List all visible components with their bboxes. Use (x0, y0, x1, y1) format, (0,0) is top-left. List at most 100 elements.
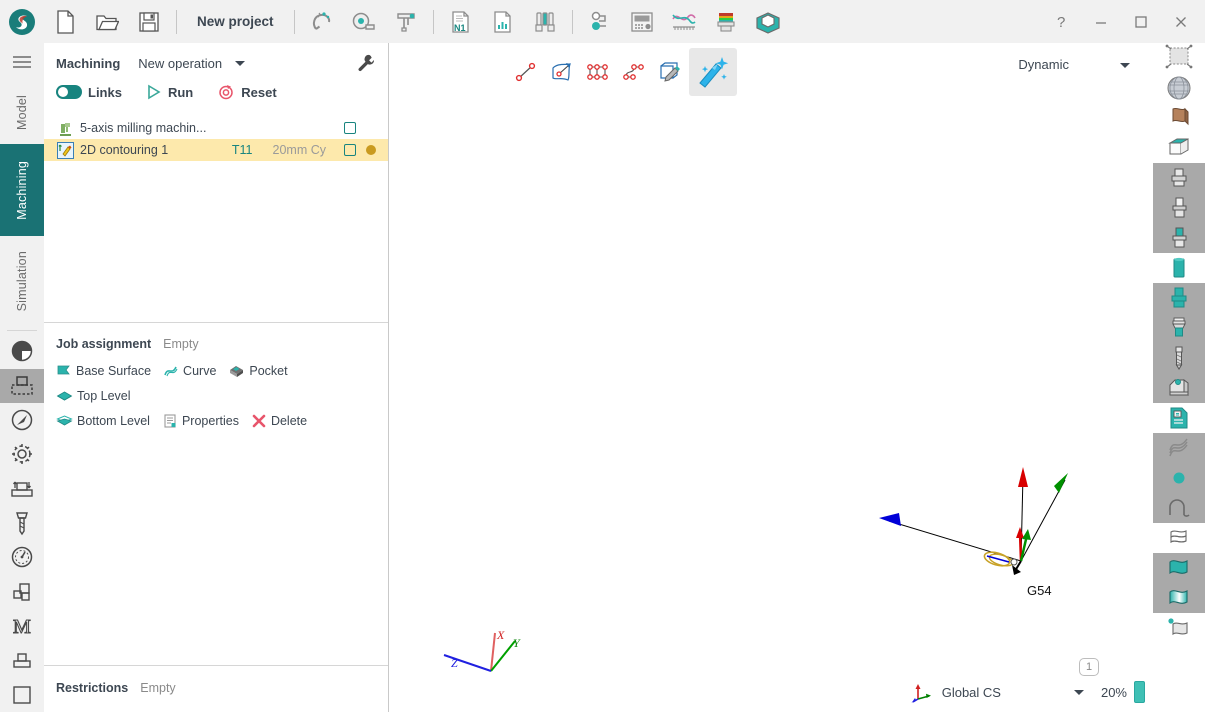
wcs-label: G54 (1027, 583, 1052, 598)
new-document-icon[interactable] (44, 0, 86, 43)
tool-shank-teal-icon[interactable] (1153, 253, 1205, 283)
tool-holder-1-icon[interactable] (1153, 163, 1205, 193)
edit-geometry-tool[interactable] (653, 55, 687, 89)
chevron-down-icon[interactable] (1119, 61, 1131, 69)
blank-square-icon[interactable] (0, 678, 44, 712)
magic-wand-tool[interactable] (689, 48, 737, 96)
point-dot-icon[interactable] (1153, 463, 1205, 493)
base-surface-chip[interactable]: Base Surface (56, 363, 151, 379)
chevron-down-icon[interactable] (234, 59, 246, 67)
arc-curve-icon[interactable] (1153, 493, 1205, 523)
compass-orientation-icon[interactable] (0, 403, 44, 437)
sidebar-tab-machining[interactable]: Machining (0, 144, 44, 236)
bottom-level-chip[interactable]: Bottom Level (56, 413, 150, 429)
surface-pick-tool[interactable] (545, 55, 579, 89)
curve-chip[interactable]: Curve (163, 363, 216, 379)
tool-holder-2-icon[interactable] (1153, 193, 1205, 223)
axis-z-label: Z (451, 656, 458, 670)
machine-m-icon[interactable]: M (0, 609, 44, 643)
line-segment-tool[interactable] (509, 55, 543, 89)
mesh-surface-icon[interactable] (1153, 43, 1205, 73)
contouring-op-icon (56, 141, 74, 159)
nc-program-icon[interactable]: N1 (440, 0, 482, 43)
drill-bit-icon[interactable] (1153, 343, 1205, 373)
caliper-icon[interactable] (385, 0, 427, 43)
clearance-levels-icon[interactable] (0, 472, 44, 506)
stock-workpiece-icon[interactable] (0, 368, 44, 403)
speed-gauge-icon[interactable] (0, 540, 44, 574)
project-title: New project (197, 14, 274, 29)
sidebar-tab-simulation[interactable]: Simulation (0, 236, 44, 328)
tool-body-teal-icon[interactable] (1153, 283, 1205, 313)
links-toggle[interactable]: Links (56, 85, 122, 100)
globe-sphere-icon[interactable] (1153, 73, 1205, 103)
fixture-box-icon[interactable] (747, 0, 789, 43)
surface-gradient-icon[interactable] (1153, 583, 1205, 613)
feed-curve-icon[interactable] (663, 0, 705, 43)
base-surface-label: Base Surface (76, 364, 152, 378)
window-controls: ? (1041, 0, 1201, 43)
delete-chip[interactable]: Delete (251, 413, 307, 429)
brown-flag-icon[interactable] (1153, 103, 1205, 133)
magnet-icon[interactable] (301, 0, 343, 43)
pocket-chip[interactable]: Pocket (228, 363, 288, 379)
run-label: Run (167, 84, 194, 100)
chevron-down-icon[interactable] (1073, 688, 1085, 696)
help-button[interactable]: ? (1041, 0, 1081, 43)
tool-library-icon[interactable] (524, 0, 566, 43)
hamburger-icon[interactable] (0, 43, 44, 81)
polyline-tool[interactable] (581, 55, 615, 89)
machine-node[interactable]: 5-axis milling machin... (44, 117, 388, 139)
stock-color-icon[interactable] (705, 0, 747, 43)
open-folder-icon[interactable] (86, 0, 128, 43)
spline-tool[interactable] (617, 55, 651, 89)
control-panel-icon[interactable] (621, 0, 663, 43)
sidebar-tab-model[interactable]: Model (0, 81, 44, 144)
bottom-level-diamond-icon (56, 415, 73, 426)
machining-panel: Machining New operation Links Run Reset … (44, 43, 389, 712)
flag-point-icon[interactable] (1153, 613, 1205, 643)
tool-holder-3-icon[interactable] (1153, 223, 1205, 253)
wcs-triad-g54: G54 (879, 467, 1068, 598)
operation-node-checkbox[interactable] (344, 144, 356, 156)
tool-stack-icon[interactable] (1153, 313, 1205, 343)
post-processor-icon[interactable] (579, 0, 621, 43)
machine-node-checkbox[interactable] (344, 122, 356, 134)
fixture-clamp-icon[interactable] (1153, 373, 1205, 403)
wrench-settings-icon[interactable] (356, 53, 376, 73)
maximize-button[interactable] (1121, 0, 1161, 43)
shading-sphere-icon[interactable] (0, 334, 44, 368)
document-teal-icon[interactable] (1153, 403, 1205, 433)
curve-label: Curve (183, 364, 217, 378)
top-level-chip[interactable]: Top Level (56, 388, 131, 404)
settings-gear-icon[interactable] (0, 437, 44, 471)
close-button[interactable] (1161, 0, 1201, 43)
new-operation-button[interactable]: New operation (138, 56, 222, 71)
reset-label: Reset (241, 84, 277, 100)
measure-tape-icon[interactable] (343, 0, 385, 43)
axis-orientation-indicator: X Y Z (443, 628, 521, 672)
job-assignment-title: Job assignment (56, 337, 152, 351)
surface-teal-icon[interactable] (1153, 553, 1205, 583)
pocket-box-icon (230, 366, 244, 377)
fixture-base-icon[interactable] (0, 643, 44, 677)
run-button[interactable]: Run (146, 84, 193, 100)
report-chart-icon[interactable] (482, 0, 524, 43)
bounding-box-icon[interactable] (1153, 133, 1205, 163)
zoom-slider[interactable] (1134, 681, 1145, 703)
operation-node[interactable]: 2D contouring 1 T11 20mm Cy (44, 139, 388, 161)
view-mode-selector[interactable]: Dynamic (1018, 57, 1131, 72)
toolbar-divider (571, 9, 573, 34)
save-disk-icon[interactable] (128, 0, 170, 43)
minimize-button[interactable] (1081, 0, 1121, 43)
properties-chip[interactable]: Properties (162, 413, 239, 429)
job-assignment-section: Job assignment Empty Base Surface Curve (44, 322, 388, 438)
layers-stack-icon[interactable] (0, 575, 44, 609)
job-assignment-header: Job assignment Empty (56, 337, 376, 351)
bottom-level-label: Bottom Level (77, 414, 150, 428)
hatch-pattern-icon[interactable] (1153, 433, 1205, 463)
end-mill-tool-icon[interactable] (0, 506, 44, 540)
wireframe-surface-icon[interactable] (1153, 523, 1205, 553)
reset-button[interactable]: Reset (217, 83, 277, 101)
3d-viewport[interactable]: Dynamic G54 X Y Z 1 (389, 43, 1153, 712)
